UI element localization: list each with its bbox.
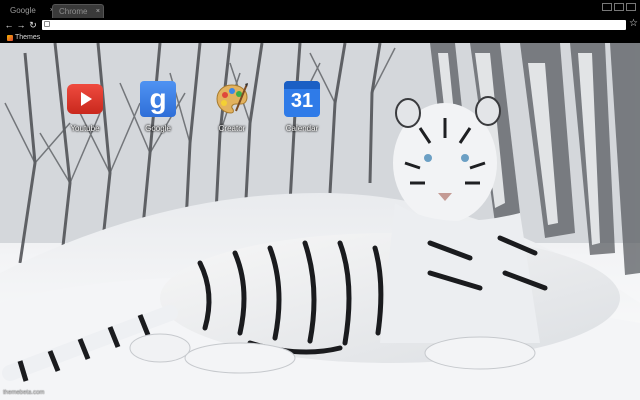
bookmark-label: Themes (15, 34, 41, 41)
window-controls (602, 3, 636, 11)
app-calendar[interactable]: 31 Calendar (272, 43, 332, 133)
bookmark-star-icon[interactable]: ☆ (629, 18, 638, 30)
calendar-day: 31 (290, 90, 314, 112)
tab-chrome[interactable]: Chrome × (52, 4, 104, 18)
maximize-icon[interactable] (614, 3, 624, 11)
app-creator[interactable]: Creator (202, 43, 262, 133)
app-label: Calendar (285, 124, 319, 133)
address-input[interactable] (54, 20, 614, 30)
app-label: Youtube (70, 124, 100, 133)
back-arrow-icon[interactable]: ← (4, 19, 14, 31)
app-google[interactable]: g Google (128, 43, 188, 133)
app-label: Google (145, 124, 171, 133)
apps-grid: Youtube g Google Creator 31 Calendar (0, 43, 640, 153)
themes-icon (7, 34, 13, 41)
app-label: Creator (218, 124, 246, 133)
bookmarks-bar: Themes (0, 32, 640, 43)
tab-close-icon[interactable]: × (96, 5, 100, 19)
tab-strip: Google × Chrome × (0, 0, 640, 18)
tab-google[interactable]: Google × (4, 4, 54, 18)
watermark: themebeta.com (3, 390, 45, 396)
tab-label: Google (10, 6, 36, 15)
calendar-icon: 31 (284, 81, 320, 117)
toolbar: ← → ↻ ☆ (0, 18, 640, 32)
google-search-icon: g (140, 81, 176, 117)
page-icon (44, 21, 50, 27)
palette-icon (216, 83, 248, 114)
app-youtube[interactable]: Youtube (55, 43, 115, 133)
forward-arrow-icon[interactable]: → (16, 19, 26, 31)
close-window-icon[interactable] (626, 3, 636, 11)
bookmark-themes[interactable]: Themes (7, 33, 40, 42)
youtube-icon (67, 84, 103, 114)
tab-label: Chrome (59, 7, 88, 16)
play-icon (81, 92, 92, 106)
minimize-icon[interactable] (602, 3, 612, 11)
new-tab-page: Youtube g Google Creator 31 Calendar (0, 43, 640, 400)
omnibox[interactable] (42, 20, 626, 30)
reload-icon[interactable]: ↻ (28, 19, 38, 31)
